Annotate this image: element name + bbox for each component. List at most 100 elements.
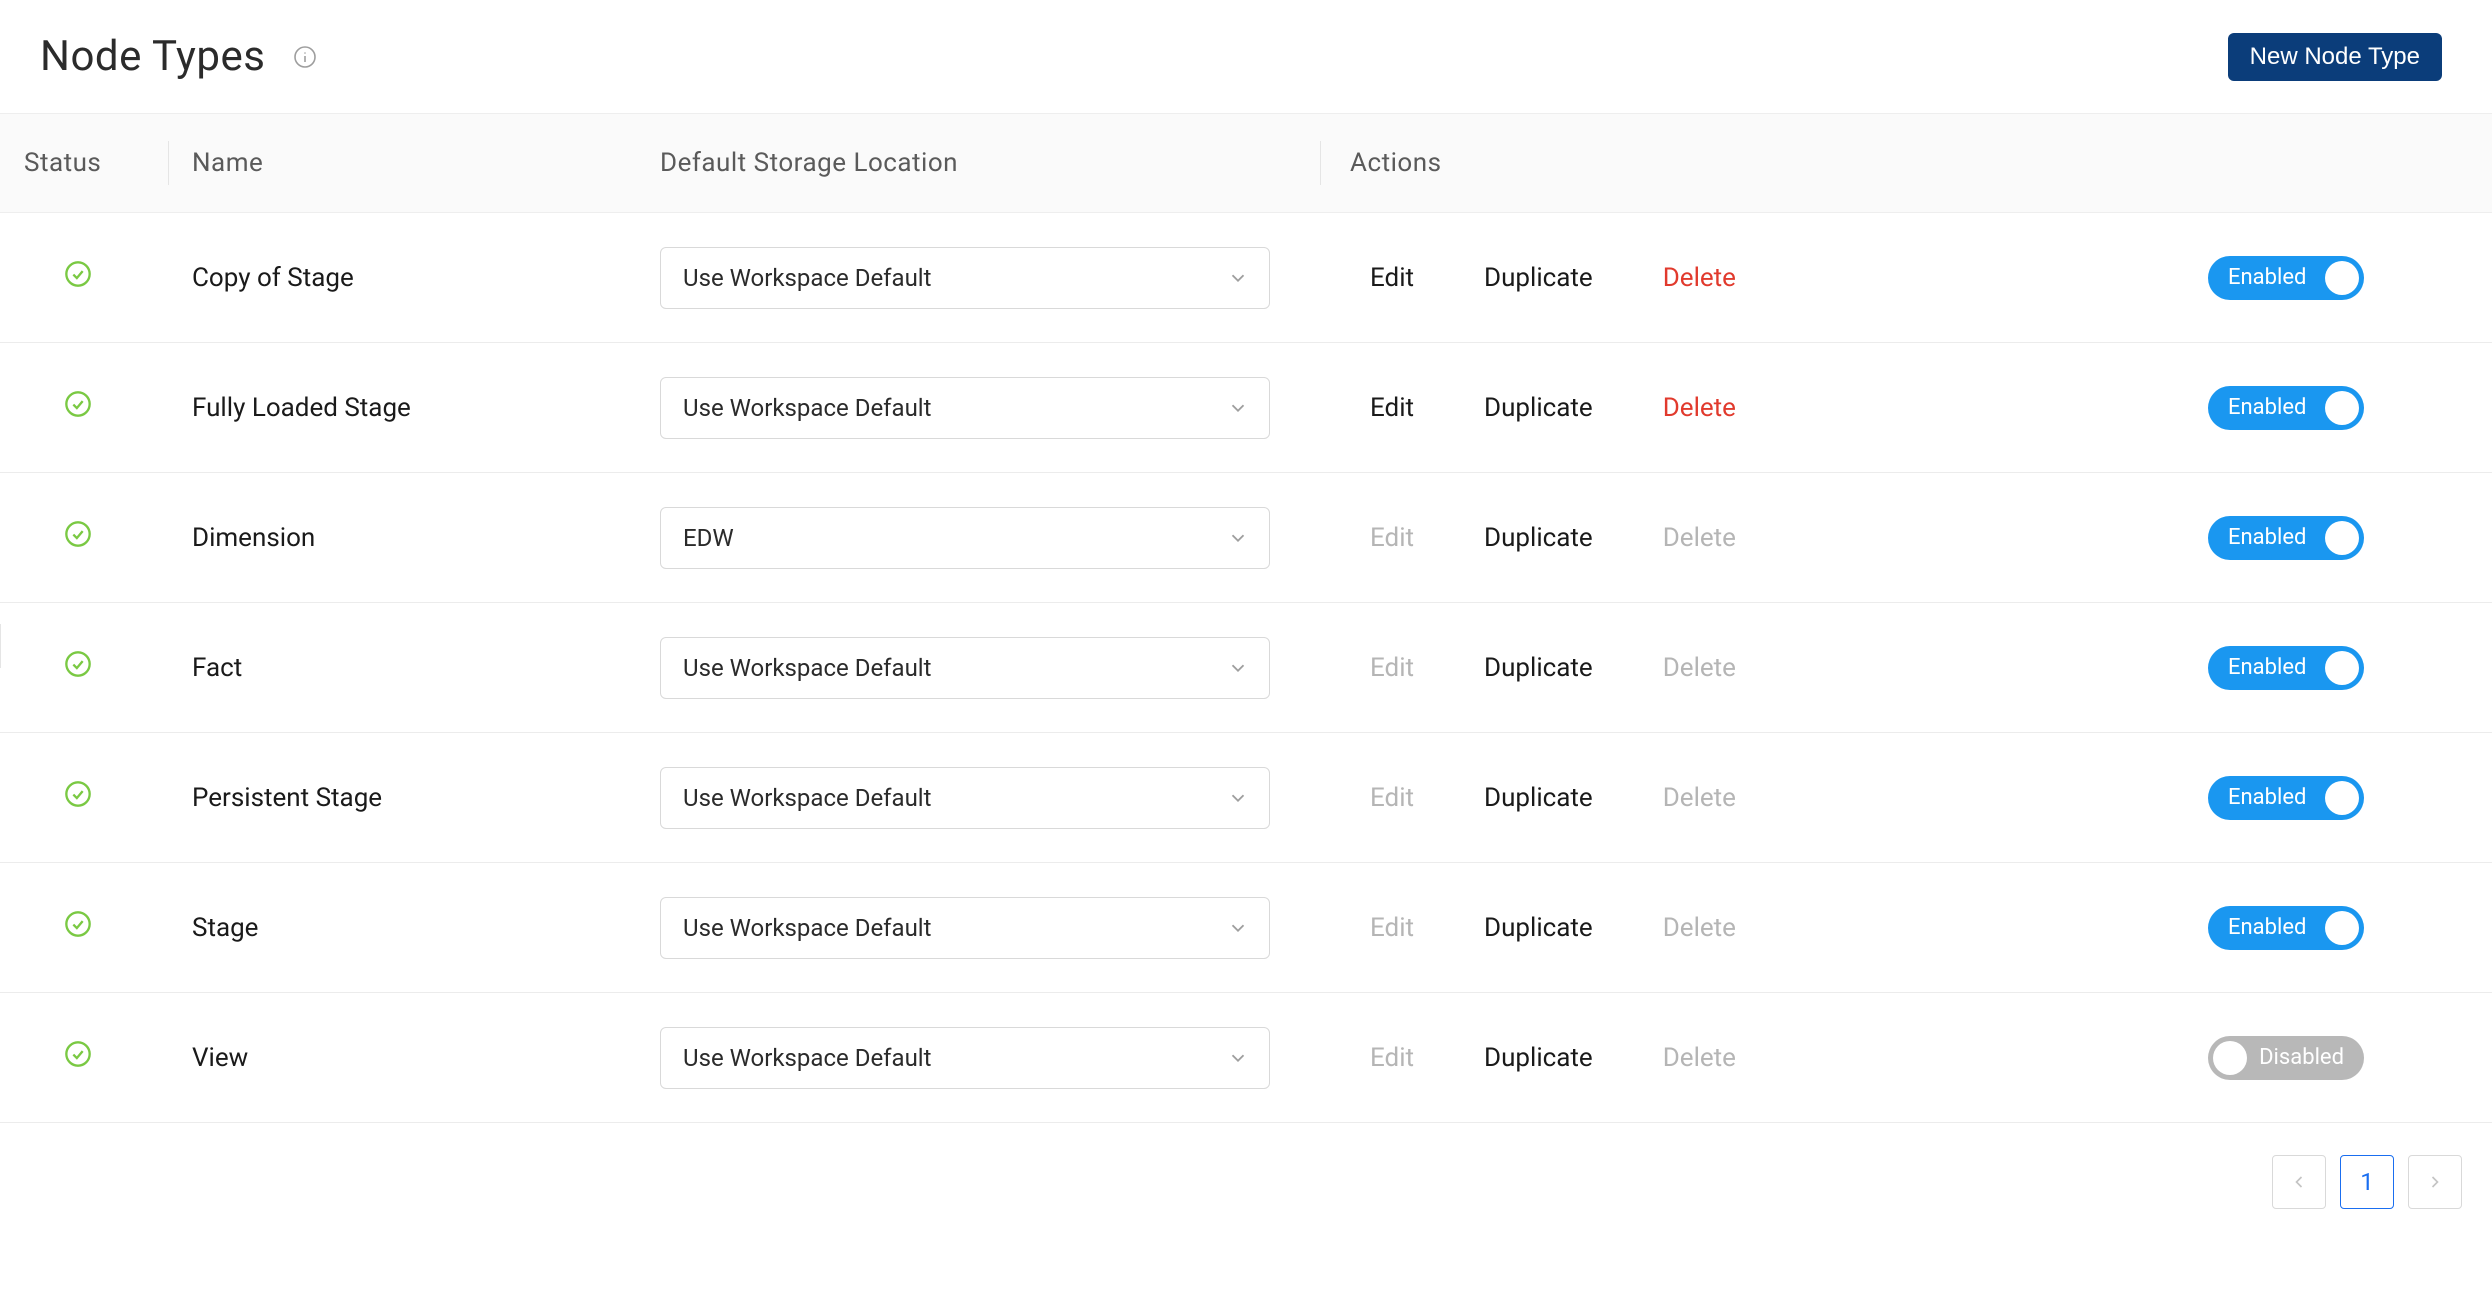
status-cell [24,390,168,425]
storage-select[interactable]: Use Workspace Default [660,377,1270,439]
actions-cell: Edit Duplicate Delete [1320,263,2140,293]
table-row: Copy of Stage Use Workspace Default Edit Du… [0,213,2492,343]
storage-cell: Use Workspace Default [650,767,1320,829]
column-header-name: Name [168,148,650,178]
storage-select[interactable]: Use Workspace Default [660,247,1270,309]
pagination-page-1[interactable]: 1 [2340,1155,2394,1209]
check-circle-icon [64,520,92,555]
edit-action[interactable]: Edit [1370,263,1414,293]
duplicate-action[interactable]: Duplicate [1484,393,1593,423]
name-cell: Dimension [168,523,650,553]
storage-select[interactable]: Use Workspace Default [660,767,1270,829]
storage-select-value: Use Workspace Default [683,654,932,682]
storage-select-value: Use Workspace Default [683,1044,932,1072]
column-header-actions-label: Actions [1350,148,1442,178]
actions-cell: Edit Duplicate Delete [1320,653,2140,683]
table-row: Stage Use Workspace Default Edit Duplicate D… [0,863,2492,993]
actions-cell: Edit Duplicate Delete [1320,1043,2140,1073]
storage-select-value: Use Workspace Default [683,394,932,422]
pagination-prev[interactable] [2272,1155,2326,1209]
check-circle-icon [64,260,92,295]
edit-action[interactable]: Edit [1370,393,1414,423]
name-cell: Copy of Stage [168,263,650,293]
toggle-knob [2325,261,2359,295]
toggle-label: Enabled [2214,655,2320,680]
column-header-storage-label: Default Storage Location [660,148,958,178]
toggle-label: Enabled [2214,915,2320,940]
check-circle-icon [64,1040,92,1075]
toggle-cell: Enabled [2140,906,2492,950]
status-cell [24,260,168,295]
actions-cell: Edit Duplicate Delete [1320,393,2140,423]
storage-select-value: EDW [683,524,734,552]
table-header: Status Name Default Storage Location Act… [0,113,2492,213]
toggle-knob [2213,1041,2247,1075]
duplicate-action[interactable]: Duplicate [1484,523,1593,553]
duplicate-action[interactable]: Duplicate [1484,263,1593,293]
chevron-down-icon [1227,787,1249,809]
enabled-toggle[interactable]: Enabled [2208,776,2364,820]
delete-action[interactable]: Delete [1663,263,1736,293]
status-cell [24,910,168,945]
toggle-cell: Disabled [2140,1036,2492,1080]
check-circle-icon [64,910,92,945]
toggle-knob [2325,391,2359,425]
enabled-toggle[interactable]: Enabled [2208,516,2364,560]
pagination-next[interactable] [2408,1155,2462,1209]
toggle-knob [2325,911,2359,945]
toggle-label: Enabled [2214,265,2320,290]
toggle-knob [2325,521,2359,555]
enabled-toggle[interactable]: Enabled [2208,256,2364,300]
chevron-down-icon [1227,917,1249,939]
delete-action[interactable]: Delete [1663,393,1736,423]
check-circle-icon [64,780,92,815]
storage-select[interactable]: Use Workspace Default [660,637,1270,699]
storage-select-value: Use Workspace Default [683,914,932,942]
table-row: DimensionEDWEditDuplicateDeleteEnabled [0,473,2492,603]
table-row: View Use Workspace Default Edit Duplicate De… [0,993,2492,1123]
toggle-label: Disabled [2245,1045,2358,1070]
toggle-cell: Enabled [2140,776,2492,820]
table-row: Fact Use Workspace Default Edit Duplicate De… [0,603,2492,733]
edit-action: Edit [1370,913,1414,943]
duplicate-action[interactable]: Duplicate [1484,653,1593,683]
chevron-down-icon [1227,397,1249,419]
edit-action: Edit [1370,523,1414,553]
storage-cell: Use Workspace Default [650,637,1320,699]
duplicate-action[interactable]: Duplicate [1484,913,1593,943]
delete-action: Delete [1663,653,1736,683]
enabled-toggle[interactable]: Enabled [2208,386,2364,430]
duplicate-action[interactable]: Duplicate [1484,1043,1593,1073]
page-header: Node Types New Node Type [0,0,2492,113]
actions-cell: Edit Duplicate Delete [1320,913,2140,943]
duplicate-action[interactable]: Duplicate [1484,783,1593,813]
status-cell [24,780,168,815]
storage-select[interactable]: Use Workspace Default [660,897,1270,959]
edit-action: Edit [1370,653,1414,683]
enabled-toggle[interactable]: Enabled [2208,646,2364,690]
delete-action: Delete [1663,1043,1736,1073]
enabled-toggle[interactable]: Disabled [2208,1036,2364,1080]
name-cell: Fact [168,653,650,683]
actions-cell: EditDuplicateDelete [1320,523,2140,553]
delete-action: Delete [1663,913,1736,943]
new-node-type-button[interactable]: New Node Type [2228,33,2442,81]
column-header-actions: Actions [1320,148,2140,178]
table-row: Persistent StageUse Workspace DefaultEdi… [0,733,2492,863]
toggle-label: Enabled [2214,395,2320,420]
storage-select-value: Use Workspace Default [683,784,932,812]
storage-select[interactable]: EDW [660,507,1270,569]
chevron-down-icon [1227,1047,1249,1069]
name-cell: View [168,1043,650,1073]
status-cell [24,1040,168,1075]
page-title: Node Types [40,32,265,81]
chevron-down-icon [1227,657,1249,679]
edit-action: Edit [1370,783,1414,813]
name-cell: Stage [168,913,650,943]
storage-select[interactable]: Use Workspace Default [660,1027,1270,1089]
edit-action: Edit [1370,1043,1414,1073]
column-header-status: Status [24,148,168,178]
info-icon[interactable] [293,45,317,69]
column-header-name-label: Name [192,148,263,178]
enabled-toggle[interactable]: Enabled [2208,906,2364,950]
